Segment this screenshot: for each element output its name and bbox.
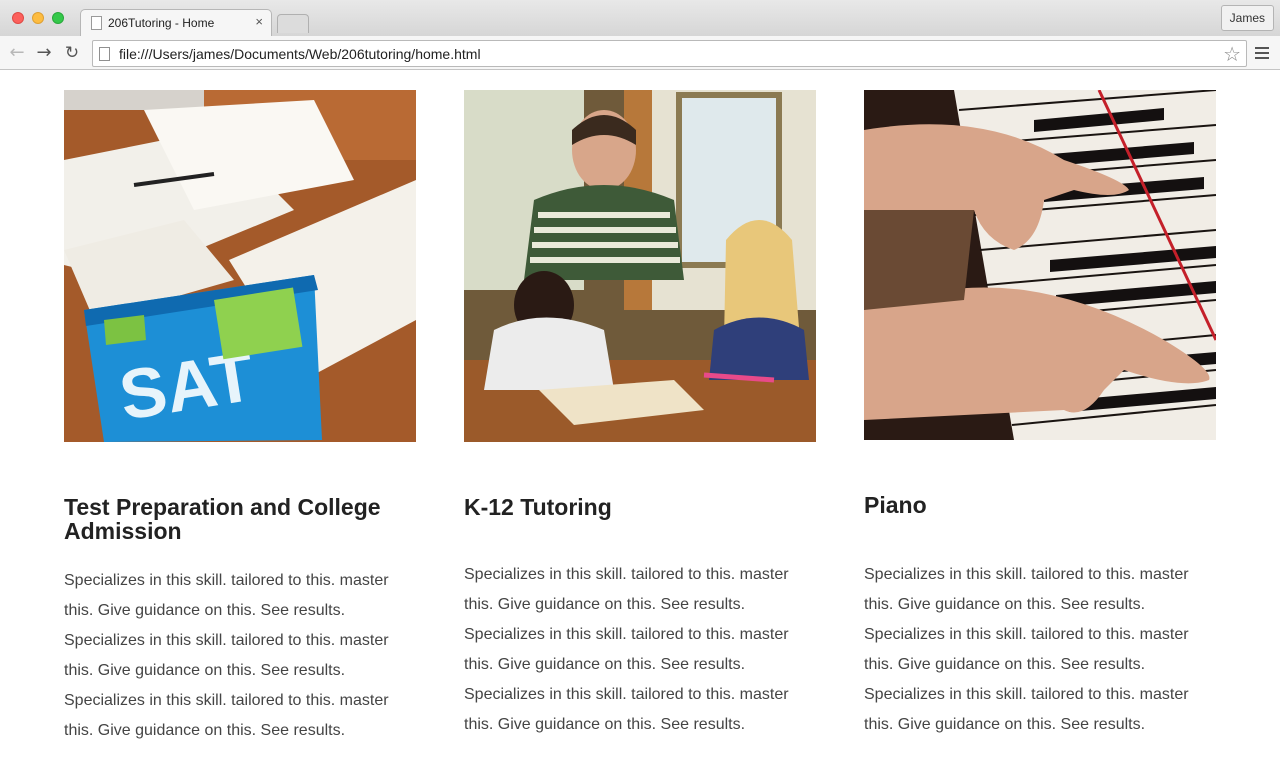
sat-study-guide-photo: SAT [64,90,416,442]
url-text[interactable]: file:///Users/james/Documents/Web/206tut… [119,46,481,62]
browser-toolbar: ← → ↻ file:///Users/james/Documents/Web/… [0,36,1280,70]
hands-on-piano-photo [864,90,1216,440]
close-window-button[interactable] [12,12,24,24]
piano-photo-illustration [864,90,1216,440]
profile-button[interactable]: James [1220,5,1274,31]
minimize-window-button[interactable] [32,12,44,24]
address-bar[interactable]: file:///Users/james/Documents/Web/206tut… [92,40,1247,67]
k12-photo-illustration [464,90,816,442]
service-card-k12: K-12 Tutoring Specializes in this skill.… [464,90,816,740]
tab-close-icon[interactable]: × [255,14,263,29]
forward-arrow-icon[interactable]: → [32,41,56,65]
card-description: Specializes in this skill. tailored to t… [464,566,789,733]
page-content: SAT Test Preparation and College Admissi… [0,71,1280,771]
service-card-test-prep: SAT Test Preparation and College Admissi… [64,90,416,746]
tab-home[interactable]: 206Tutoring - Home × [80,9,272,36]
tab-title: 206Tutoring - Home [108,16,215,30]
bookmark-star-icon[interactable]: ☆ [1223,42,1241,66]
document-icon [91,16,102,30]
card-title: K-12 Tutoring [464,494,612,520]
card-title: Piano [864,492,927,518]
card-description: Specializes in this skill. tailored to t… [64,572,389,739]
menu-hamburger-icon[interactable] [1255,47,1269,59]
window-titlebar: 206Tutoring - Home × James [0,0,1280,36]
reload-icon[interactable]: ↻ [60,41,84,65]
new-tab-button[interactable] [277,14,309,33]
zoom-window-button[interactable] [52,12,64,24]
tutor-with-children-photo [464,90,816,442]
sat-photo-illustration: SAT [64,90,416,442]
card-description: Specializes in this skill. tailored to t… [864,566,1189,733]
service-card-piano: Piano Specializes in this skill. tailore… [864,90,1216,740]
page-file-icon [99,47,110,61]
card-title: Test Preparation and College Admission [64,494,381,544]
back-arrow-icon[interactable]: ← [5,41,29,65]
